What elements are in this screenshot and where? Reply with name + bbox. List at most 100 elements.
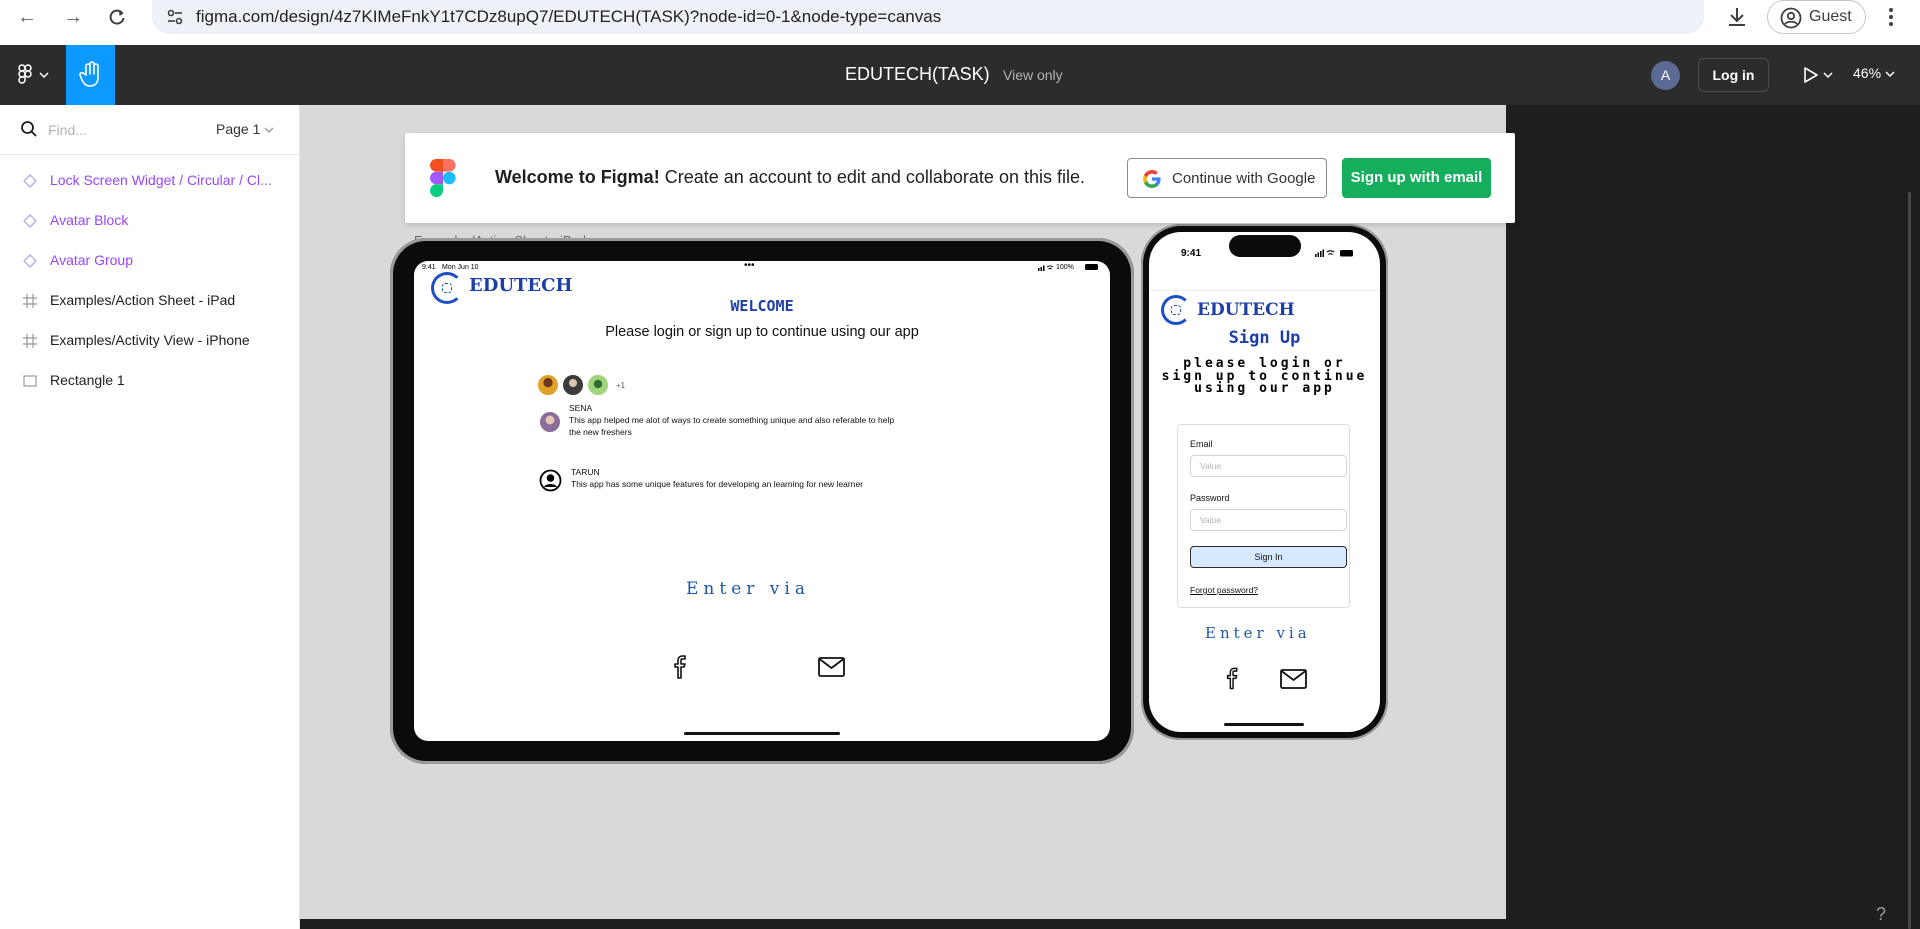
avatar	[587, 374, 609, 396]
password-label: Password	[1190, 493, 1230, 503]
figma-main-menu-button[interactable]	[14, 61, 54, 89]
avatar	[539, 411, 561, 433]
help-icon[interactable]: ?	[1876, 904, 1886, 925]
zoom-menu[interactable]: 46%	[1853, 65, 1895, 81]
signup-heading: Sign Up	[1228, 328, 1301, 348]
status-time: 9:41	[422, 264, 436, 271]
layers-search-input[interactable]	[48, 120, 198, 140]
enter-via-label: Enter via	[1205, 624, 1311, 642]
signal-wifi-battery-icon	[1315, 249, 1353, 257]
layer-name: Avatar Group	[50, 252, 134, 268]
download-icon[interactable]	[1725, 5, 1749, 29]
sign-up-with-email-button[interactable]: Sign up with email	[1342, 158, 1491, 198]
banner-text: Create an account to edit and collaborat…	[664, 167, 1085, 187]
logo-square-icon	[442, 283, 452, 293]
browser-menu-icon[interactable]	[1886, 4, 1896, 30]
signup-subtitle: please login or sign up to continue usin…	[1161, 356, 1368, 396]
layers-search-row: Page 1	[0, 105, 300, 155]
home-indicator	[684, 732, 840, 735]
mail-icon[interactable]	[818, 657, 845, 677]
layer-name: Rectangle 1	[50, 372, 125, 388]
layer-item[interactable]: Lock Screen Widget / Circular / Cl...	[0, 161, 300, 201]
figma-logo-icon	[430, 159, 456, 197]
back-icon[interactable]: ←	[14, 4, 40, 30]
url-text[interactable]: figma.com/design/4z7KIMeFnkY1t7CDz8upQ7/…	[196, 7, 941, 27]
layer-item[interactable]: Avatar Block	[0, 201, 300, 241]
mail-icon[interactable]	[1280, 669, 1307, 689]
component-instance-icon	[23, 174, 37, 188]
status-date: Mon Jun 10	[442, 264, 479, 271]
layer-item[interactable]: Avatar Group	[0, 241, 300, 281]
guest-label: Guest	[1809, 8, 1852, 25]
address-bar[interactable]: figma.com/design/4z7KIMeFnkY1t7CDz8upQ7/…	[152, 0, 1704, 34]
home-indicator	[1224, 723, 1304, 726]
component-instance-icon	[23, 214, 37, 228]
chevron-down-icon	[264, 127, 274, 133]
iphone-screen: 9:41 EDUTECH Sign Up please login or sig…	[1149, 232, 1380, 732]
facebook-icon[interactable]	[670, 653, 694, 679]
layer-name: Examples/Activity View - iPhone	[50, 332, 250, 348]
forward-icon[interactable]: →	[60, 4, 86, 30]
layer-name: Lock Screen Widget / Circular / Cl...	[50, 172, 272, 188]
present-button[interactable]	[1798, 63, 1838, 87]
figma-toolbar: EDUTECH(TASK) View only A Log in 46%	[0, 45, 1920, 105]
google-button-label: Continue with Google	[1172, 170, 1316, 187]
continue-with-google-button[interactable]: Continue with Google	[1127, 158, 1327, 198]
page-selector[interactable]: Page 1	[216, 121, 274, 137]
hand-tool-button[interactable]	[66, 45, 115, 105]
page-name: Page 1	[216, 121, 261, 137]
search-icon	[21, 121, 37, 137]
play-icon	[1804, 67, 1833, 83]
layers-panel: Page 1 Lock Screen Widget / Circular / C…	[0, 105, 300, 929]
frame-icon	[23, 294, 37, 308]
password-field[interactable]: Value	[1190, 509, 1347, 531]
banner-title: Welcome to Figma!	[495, 167, 660, 187]
layer-name: Examples/Action Sheet - iPad	[50, 292, 236, 308]
signal-wifi-icon	[1038, 265, 1054, 271]
dynamic-island	[1229, 235, 1301, 257]
frame-icon	[23, 334, 37, 348]
brand-name: EDUTECH	[1197, 300, 1295, 320]
view-only-badge: View only	[1003, 67, 1063, 83]
status-time: 9:41	[1181, 248, 1202, 259]
zoom-level: 46%	[1853, 65, 1882, 81]
hand-icon	[79, 61, 99, 87]
brand-name: EDUTECH	[469, 275, 573, 296]
log-in-button[interactable]: Log in	[1698, 58, 1769, 92]
enter-via-label: Enter via	[686, 579, 810, 599]
review-author: SENA	[569, 403, 593, 413]
banner-message: Welcome to Figma! Create an account to e…	[495, 167, 1085, 188]
email-field[interactable]: Value	[1190, 455, 1347, 477]
canvas-scrollbar[interactable]	[1908, 192, 1911, 929]
reload-icon[interactable]	[104, 4, 130, 30]
rectangle-icon	[23, 375, 37, 387]
site-settings-icon[interactable]	[166, 8, 184, 26]
chevron-down-icon	[1885, 71, 1895, 78]
avatar	[537, 374, 559, 396]
battery-percent: 100%	[1056, 264, 1074, 271]
login-form: Email Value Password Value Sign In Forgo…	[1177, 424, 1350, 608]
browser-bar: ← → figma.com/design/4z7KIMeFnkY1t7CDz8u…	[0, 0, 1920, 45]
logo-square-icon	[1171, 305, 1181, 315]
battery-icon	[1085, 264, 1098, 270]
avatar-more-count: +1	[616, 381, 626, 390]
layer-item[interactable]: Examples/Activity View - iPhone	[0, 321, 300, 361]
ipad-screen: 9:41 Mon Jun 10 ••• 100% EDUTECH WELCOME…	[414, 261, 1110, 741]
layer-item[interactable]: Examples/Action Sheet - iPad	[0, 281, 300, 321]
welcome-heading: WELCOME	[730, 297, 794, 315]
profile-icon	[1780, 7, 1802, 29]
facebook-icon[interactable]	[1223, 665, 1245, 690]
component-instance-icon	[23, 254, 37, 268]
avatar[interactable]: A	[1651, 61, 1680, 90]
more-dots-icon: •••	[744, 261, 755, 271]
email-label: Email	[1190, 439, 1213, 449]
file-title[interactable]: EDUTECH(TASK)	[845, 64, 990, 85]
figma-logo-icon	[18, 64, 49, 84]
divider	[1149, 290, 1380, 291]
guest-profile-button[interactable]: Guest	[1767, 0, 1866, 34]
forgot-password-link[interactable]: Forgot password?	[1190, 585, 1258, 595]
review-text: This app helped me alot of ways to creat…	[569, 415, 895, 437]
sign-in-button[interactable]: Sign In	[1190, 546, 1347, 568]
user-profile-icon	[539, 469, 562, 492]
layer-item[interactable]: Rectangle 1	[0, 361, 300, 401]
